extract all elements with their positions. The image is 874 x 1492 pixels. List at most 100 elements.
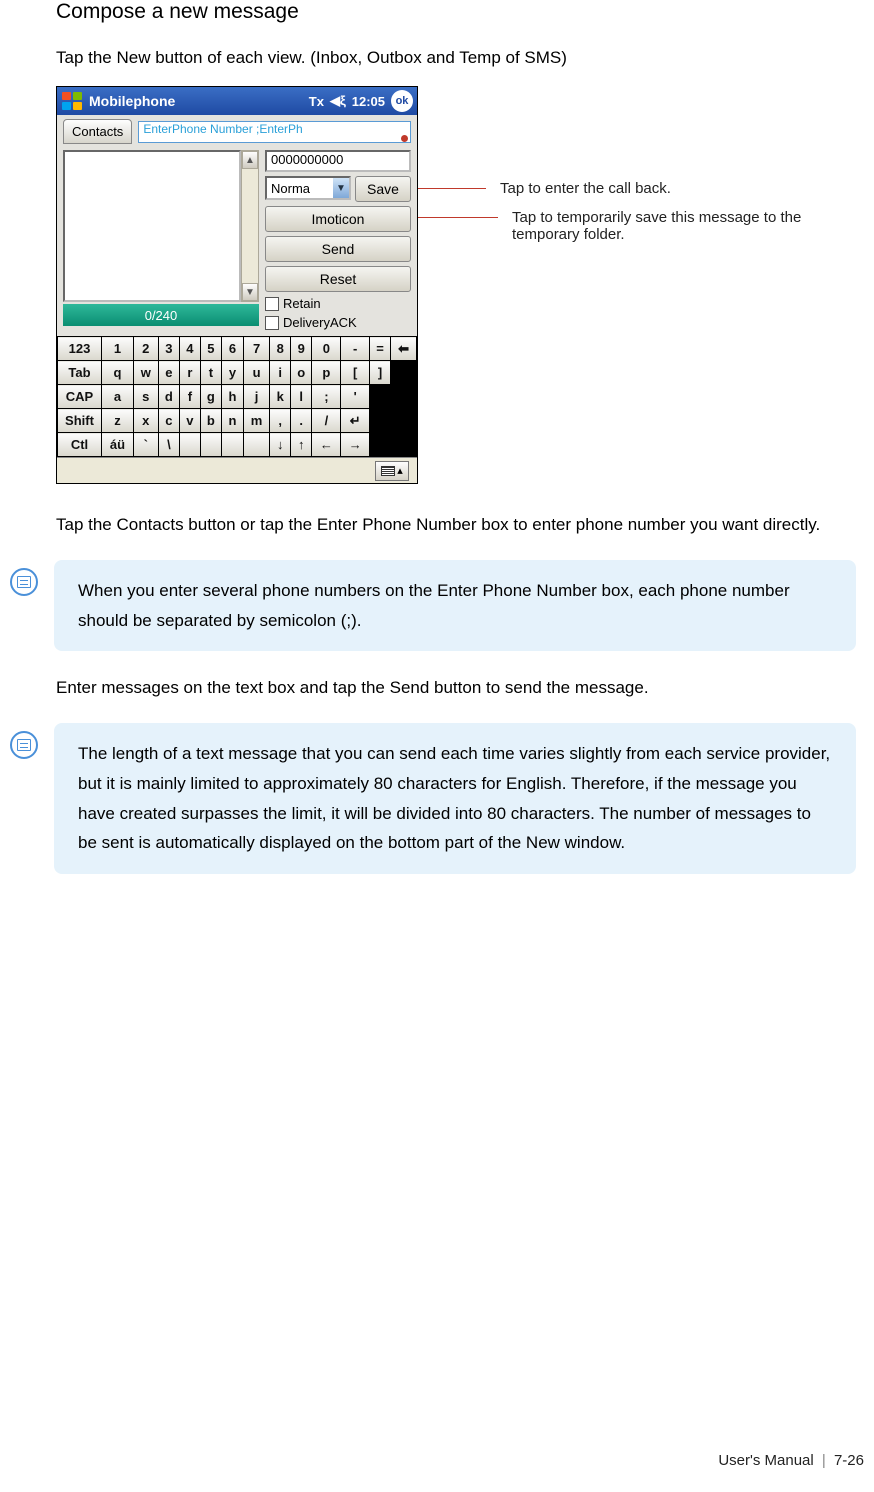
callout-line-1 <box>418 188 486 189</box>
app-title: Mobilephone <box>89 93 175 109</box>
key-[[interactable]: [ <box>341 361 370 385</box>
key-0[interactable]: 0 <box>312 337 341 361</box>
send-button[interactable]: Send <box>265 236 411 262</box>
key-;[interactable]: ; <box>312 385 341 409</box>
key-j[interactable]: j <box>243 385 270 409</box>
key-→[interactable]: → <box>341 433 370 457</box>
key-e[interactable]: e <box>158 361 180 385</box>
priority-select[interactable]: Norma ▼ <box>265 176 351 200</box>
key-h[interactable]: h <box>222 385 244 409</box>
key-space[interactable] <box>200 433 222 457</box>
signal-icon[interactable]: Tx <box>309 94 324 109</box>
windows-logo-icon <box>61 91 83 111</box>
key-k[interactable]: k <box>270 385 291 409</box>
key-áü[interactable]: áü <box>102 433 134 457</box>
key-s[interactable]: s <box>133 385 158 409</box>
key-↑[interactable]: ↑ <box>290 433 312 457</box>
key-8[interactable]: 8 <box>270 337 291 361</box>
contacts-tab[interactable]: Contacts <box>63 119 132 144</box>
key-↵[interactable]: ↵ <box>341 409 370 433</box>
key-'[interactable]: ' <box>341 385 370 409</box>
scrollbar[interactable]: ▲ ▼ <box>241 150 259 302</box>
key-a[interactable]: a <box>102 385 134 409</box>
key-space[interactable] <box>180 433 201 457</box>
save-button[interactable]: Save <box>355 176 411 202</box>
key-v[interactable]: v <box>180 409 201 433</box>
retain-label: Retain <box>283 296 321 311</box>
char-counter: 0/240 <box>63 304 259 326</box>
key-u[interactable]: u <box>243 361 270 385</box>
key-Tab[interactable]: Tab <box>58 361 102 385</box>
key-3[interactable]: 3 <box>158 337 180 361</box>
key-,[interactable]: , <box>270 409 291 433</box>
key-5[interactable]: 5 <box>200 337 222 361</box>
key-x[interactable]: x <box>133 409 158 433</box>
reset-button[interactable]: Reset <box>265 266 411 292</box>
sip-bar: ▴ <box>57 457 417 483</box>
key-c[interactable]: c <box>158 409 180 433</box>
titlebar: Mobilephone Tx ◀ξ 12:05 ok <box>57 87 417 115</box>
key-↓[interactable]: ↓ <box>270 433 291 457</box>
key-4[interactable]: 4 <box>180 337 201 361</box>
key-⬅[interactable]: ⬅ <box>391 337 417 361</box>
key-z[interactable]: z <box>102 409 134 433</box>
key-space[interactable] <box>222 433 244 457</box>
key-f[interactable]: f <box>180 385 201 409</box>
key-6[interactable]: 6 <box>222 337 244 361</box>
sound-icon[interactable]: ◀ξ <box>330 93 346 109</box>
phone-number-input[interactable]: EnterPhone Number ;EnterPh <box>138 121 411 143</box>
note-box-1: When you enter several phone numbers on … <box>54 560 856 652</box>
soft-keyboard[interactable]: 1231234567890-=⬅Tabqwertyuiop[]CAPasdfgh… <box>57 336 417 457</box>
key-o[interactable]: o <box>290 361 312 385</box>
key-y[interactable]: y <box>222 361 244 385</box>
key-`[interactable]: ` <box>133 433 158 457</box>
key-m[interactable]: m <box>243 409 270 433</box>
key-2[interactable]: 2 <box>133 337 158 361</box>
chevron-down-icon[interactable]: ▼ <box>333 178 349 198</box>
retain-checkbox[interactable] <box>265 297 279 311</box>
delivery-checkbox[interactable] <box>265 316 279 330</box>
key-123[interactable]: 123 <box>58 337 102 361</box>
key-w[interactable]: w <box>133 361 158 385</box>
callback-input[interactable]: 0000000000 <box>265 150 411 172</box>
scroll-down-icon[interactable]: ▼ <box>242 283 258 301</box>
key-l[interactable]: l <box>290 385 312 409</box>
note-icon <box>10 731 38 759</box>
key-space[interactable] <box>243 433 270 457</box>
callout-2: Tap to temporarily save this message to … <box>512 209 822 243</box>
key-.[interactable]: . <box>290 409 312 433</box>
key--[interactable]: - <box>341 337 370 361</box>
key-q[interactable]: q <box>102 361 134 385</box>
key-=[interactable]: = <box>370 337 391 361</box>
key-/[interactable]: / <box>312 409 341 433</box>
clock: 12:05 <box>352 94 385 109</box>
key-7[interactable]: 7 <box>243 337 270 361</box>
key-\[interactable]: \ <box>158 433 180 457</box>
message-textarea[interactable] <box>63 150 241 302</box>
key-t[interactable]: t <box>200 361 222 385</box>
key-n[interactable]: n <box>222 409 244 433</box>
imoticon-button[interactable]: Imoticon <box>265 206 411 232</box>
sip-toggle-button[interactable]: ▴ <box>375 461 409 481</box>
phone-mock: Mobilephone Tx ◀ξ 12:05 ok Contacts Ente… <box>56 86 418 484</box>
sip-arrow-icon: ▴ <box>397 464 403 477</box>
key-9[interactable]: 9 <box>290 337 312 361</box>
key-b[interactable]: b <box>200 409 222 433</box>
key-d[interactable]: d <box>158 385 180 409</box>
key-CAP[interactable]: CAP <box>58 385 102 409</box>
key-r[interactable]: r <box>180 361 201 385</box>
key-][interactable]: ] <box>370 361 391 385</box>
callout-1: Tap to enter the call back. <box>500 180 671 197</box>
key-g[interactable]: g <box>200 385 222 409</box>
scroll-up-icon[interactable]: ▲ <box>242 151 258 169</box>
key-Shift[interactable]: Shift <box>58 409 102 433</box>
key-←[interactable]: ← <box>312 433 341 457</box>
ok-button[interactable]: ok <box>391 90 413 112</box>
key-1[interactable]: 1 <box>102 337 134 361</box>
footer-page: 7-26 <box>834 1452 864 1469</box>
callout-line-2 <box>418 217 498 218</box>
key-Ctl[interactable]: Ctl <box>58 433 102 457</box>
key-p[interactable]: p <box>312 361 341 385</box>
page-footer: User's Manual | 7-26 <box>718 1452 864 1469</box>
key-i[interactable]: i <box>270 361 291 385</box>
